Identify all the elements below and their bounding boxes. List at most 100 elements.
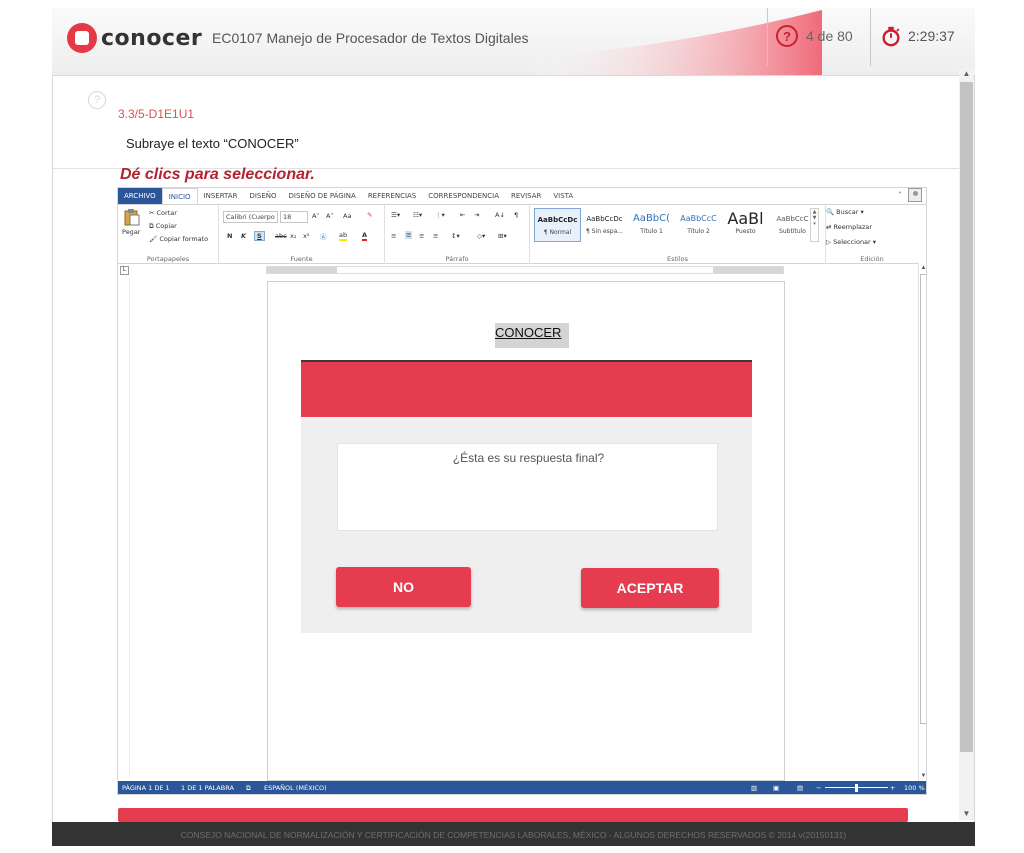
clear-format-icon[interactable]: ✎ (367, 211, 372, 219)
align-center-icon[interactable]: ≡ (405, 231, 413, 239)
ruler-margin (267, 267, 337, 273)
decrease-indent-icon[interactable]: ⇤ (460, 211, 465, 219)
paste-icon[interactable] (124, 208, 140, 226)
bullets-icon[interactable]: ☰▾ (391, 211, 400, 219)
question-counter: ? 4 de 80 (776, 25, 853, 47)
italic-button[interactable]: K (241, 232, 246, 240)
status-language[interactable]: ESPAÑOL (MÉXICO) (264, 781, 327, 794)
find-button[interactable]: 🔍 Buscar ▾ (826, 208, 864, 216)
status-words[interactable]: 1 DE 1 PALABRA (181, 781, 234, 794)
shrink-font-button[interactable]: A˅ (326, 212, 334, 220)
shading-icon[interactable]: ◇▾ (477, 232, 485, 240)
highlight-icon[interactable]: ab (339, 231, 348, 241)
tab-revisar[interactable]: REVISAR (505, 188, 547, 204)
ribbon-tabs: ARCHIVO INICIO INSERTAR DISEÑO DISEÑO DE… (118, 188, 926, 204)
strikethrough-button[interactable]: abc (275, 232, 287, 240)
tab-diseno[interactable]: DISEÑO (243, 188, 282, 204)
document-scrollbar[interactable]: ▲ ▼ (918, 262, 926, 782)
document-scrollbar-thumb[interactable] (920, 274, 926, 724)
zoom-level[interactable]: 100 % (904, 781, 925, 794)
multilevel-list-icon[interactable]: ⋮▾ (435, 211, 445, 219)
no-button[interactable]: NO (336, 567, 471, 607)
header-bar: conocer EC0107 Manejo de Procesador de T… (52, 8, 975, 76)
document-text-conocer[interactable]: CONOCER (495, 323, 570, 348)
footer-text: CONSEJO NACIONAL DE NORMALIZACIÓN Y CERT… (180, 830, 847, 840)
tab-selector-icon[interactable]: L (120, 266, 129, 275)
exam-window: conocer EC0107 Manejo de Procesador de T… (0, 0, 1024, 853)
help-icon[interactable]: ? (88, 91, 106, 109)
style-no-spacing[interactable]: AaBbCcDc ¶ Sin espa... (581, 208, 628, 242)
styles-scroll-icon[interactable]: ▲ ▼ ▾ (810, 208, 819, 242)
numbering-icon[interactable]: ☷▾ (413, 211, 422, 219)
select-button[interactable]: ▷ Seleccionar ▾ (826, 238, 876, 246)
grow-font-button[interactable]: A˄ (312, 212, 320, 220)
proofing-icon[interactable]: ⧉ (246, 781, 251, 794)
pilcrow-button[interactable]: ¶ (514, 211, 518, 219)
style-heading-1[interactable]: AaBbC( Título 1 (628, 208, 675, 242)
web-layout-icon[interactable]: ▤ (797, 781, 803, 794)
dialog-message: ¿Ésta es su respuesta final? (452, 451, 605, 465)
sort-button[interactable]: A↓ (495, 211, 505, 219)
tab-referencias[interactable]: REFERENCIAS (362, 188, 422, 204)
page-scrollbar[interactable]: ▲ ▼ (959, 68, 974, 820)
font-size-select[interactable]: 18 (280, 211, 308, 223)
replace-button[interactable]: ⇄ Reemplazar (826, 223, 872, 231)
justify-icon[interactable]: ≡ (433, 232, 438, 240)
line-spacing-icon[interactable]: ↕▾ (451, 232, 460, 240)
accept-button[interactable]: ACEPTAR (581, 568, 719, 608)
underline-button[interactable]: S (254, 231, 265, 241)
superscript-button[interactable]: x² (303, 232, 309, 240)
tab-inicio[interactable]: INICIO (161, 188, 198, 204)
change-case-button[interactable]: Aa (343, 212, 351, 220)
scroll-down-arrow-icon[interactable]: ▼ (919, 772, 926, 780)
text-effects-icon[interactable]: Ⓐ (320, 231, 327, 241)
ribbon-options-icon[interactable]: ˄ (898, 191, 902, 200)
user-account-icon[interactable] (908, 188, 922, 202)
vertical-ruler[interactable] (120, 278, 130, 778)
paragraph-group: ☰▾ ☷▾ ⋮▾ ⇤ ⇥ A↓ ¶ ≡ ≡ ≡ ≡ ↕▾ ◇▾ ⊞▾ Párra… (385, 205, 530, 264)
style-name: ¶ Sin espa... (586, 228, 623, 235)
tab-archivo[interactable]: ARCHIVO (118, 188, 162, 204)
styles-group-label: Estilos (666, 255, 689, 263)
print-layout-icon[interactable]: ▣ (773, 781, 779, 794)
scroll-up-arrow-icon[interactable]: ▲ (959, 68, 974, 80)
tab-vista[interactable]: VISTA (547, 188, 579, 204)
zoom-out-icon[interactable]: − (816, 781, 821, 794)
align-left-icon[interactable]: ≡ (391, 232, 396, 240)
style-heading-2[interactable]: AaBbCcC Título 2 (675, 208, 722, 242)
page-scrollbar-thumb[interactable] (960, 82, 973, 752)
increase-indent-icon[interactable]: ⇥ (474, 211, 479, 219)
status-page[interactable]: PÁGINA 1 DE 1 (122, 781, 170, 794)
style-preview: AaBbC( (632, 213, 671, 224)
scroll-up-arrow-icon[interactable]: ▲ (919, 264, 926, 272)
exam-title: EC0107 Manejo de Procesador de Textos Di… (212, 30, 529, 46)
bold-button[interactable]: N (227, 232, 232, 240)
subscript-button[interactable]: x₂ (290, 232, 296, 240)
question-prompt: Subraye el texto “CONOCER” (126, 136, 299, 151)
tab-diseno-de-pagina[interactable]: DISEÑO DE PÁGINA (283, 188, 362, 204)
paste-button[interactable]: Pegar (122, 228, 140, 236)
zoom-slider-knob[interactable] (855, 784, 858, 792)
cut-label: Cortar (156, 209, 177, 217)
style-title[interactable]: AaBl Puesto (722, 208, 769, 242)
tab-insertar[interactable]: INSERTAR (198, 188, 244, 204)
copy-button[interactable]: ⧉ Copiar (149, 222, 177, 231)
format-painter-button[interactable]: 🖌 Copiar formato (149, 235, 208, 243)
font-color-icon[interactable]: A (362, 231, 368, 241)
borders-icon[interactable]: ⊞▾ (498, 232, 507, 240)
clipboard-group: Pegar ✂ Cortar ⧉ Copiar 🖌 Copiar formato… (118, 205, 219, 264)
horizontal-ruler[interactable] (266, 266, 784, 274)
clipboard-group-label: Portapapeles (146, 255, 190, 263)
zoom-in-icon[interactable]: + (890, 781, 895, 794)
style-normal[interactable]: AaBbCcDc ¶ Normal (534, 208, 581, 242)
align-right-icon[interactable]: ≡ (419, 232, 424, 240)
conocer-logo-mark-icon (67, 23, 97, 53)
style-preview: AaBbCcDc (537, 216, 578, 224)
style-preview: AaBbCcC (680, 214, 717, 223)
cut-button[interactable]: ✂ Cortar (149, 209, 177, 217)
style-subtitle[interactable]: AaBbCcC Subtítulo (769, 208, 816, 242)
read-mode-icon[interactable]: ▥ (751, 781, 757, 794)
scroll-down-arrow-icon[interactable]: ▼ (959, 808, 974, 820)
tab-correspondencia[interactable]: CORRESPONDENCIA (422, 188, 505, 204)
font-name-select[interactable]: Calibri (Cuerpo (223, 211, 278, 223)
